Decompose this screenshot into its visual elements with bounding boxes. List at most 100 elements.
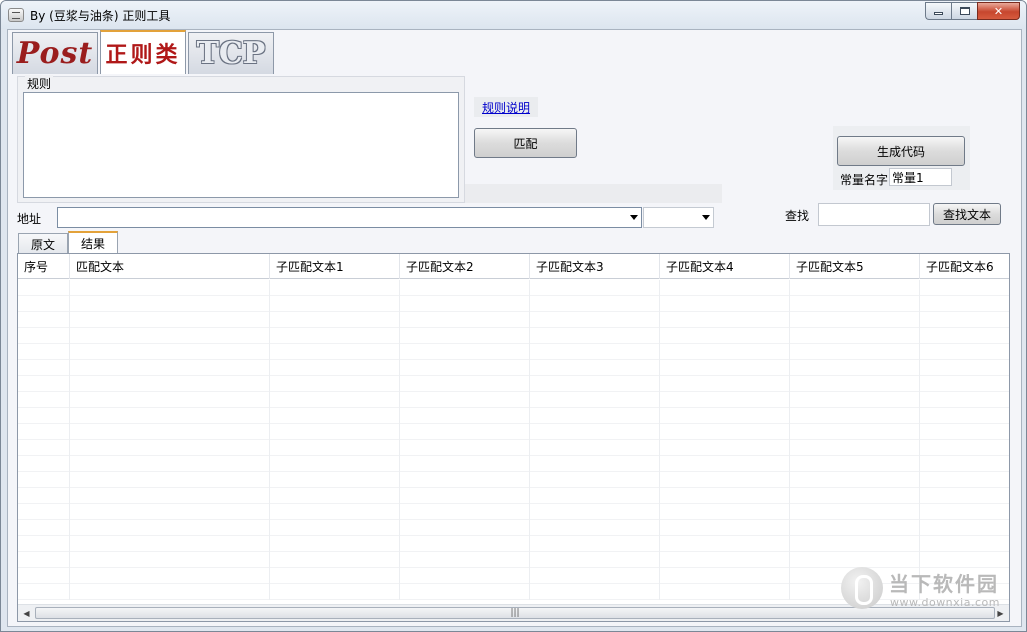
encoding-combobox[interactable] — [643, 207, 714, 228]
table-cell — [400, 408, 530, 424]
table-row — [18, 360, 1009, 376]
window-controls: ✕ — [925, 2, 1020, 20]
column-header[interactable]: 子匹配文本1 — [270, 254, 400, 279]
scroll-left-icon[interactable]: ◀ — [19, 608, 34, 619]
grid-header: 序号 匹配文本 子匹配文本1 子匹配文本2 子匹配文本3 子匹配文本4 子匹配文… — [18, 254, 1009, 279]
minimize-button[interactable] — [925, 2, 951, 20]
table-cell — [790, 504, 920, 520]
grid-body — [18, 280, 1009, 605]
table-cell — [18, 408, 70, 424]
column-header[interactable]: 子匹配文本2 — [400, 254, 530, 279]
constant-name-label: 常量名字 — [840, 173, 889, 187]
find-label: 查找 — [785, 209, 810, 223]
table-cell — [660, 392, 790, 408]
app-window: By (豆浆与油条) 正则工具 ✕ Post 正则类 TCP 规则 规则说明 匹… — [0, 0, 1027, 632]
table-cell — [790, 472, 920, 488]
table-cell — [400, 312, 530, 328]
table-cell — [270, 408, 400, 424]
table-cell — [270, 472, 400, 488]
table-cell — [70, 584, 270, 600]
rule-help-link[interactable]: 规则说明 — [474, 97, 539, 117]
maximize-button[interactable] — [951, 2, 977, 20]
column-header[interactable]: 子匹配文本4 — [660, 254, 790, 279]
table-row — [18, 424, 1009, 440]
table-cell — [400, 504, 530, 520]
table-cell — [70, 328, 270, 344]
tab-post[interactable]: Post — [12, 32, 98, 74]
watermark-logo-icon — [841, 567, 883, 609]
table-cell — [400, 280, 530, 296]
table-cell — [920, 408, 1009, 424]
table-cell — [70, 424, 270, 440]
table-cell — [18, 472, 70, 488]
table-cell — [400, 488, 530, 504]
table-cell — [18, 312, 70, 328]
rule-textarea[interactable] — [23, 92, 459, 198]
match-button[interactable]: 匹配 — [474, 128, 577, 158]
table-cell — [18, 456, 70, 472]
tab-regex[interactable]: 正则类 — [100, 30, 186, 74]
table-cell — [920, 280, 1009, 296]
constant-name-input[interactable] — [889, 168, 952, 186]
table-cell — [70, 376, 270, 392]
table-cell — [920, 472, 1009, 488]
column-header[interactable]: 序号 — [18, 254, 70, 279]
table-cell — [70, 312, 270, 328]
table-cell — [920, 424, 1009, 440]
table-cell — [790, 440, 920, 456]
column-header[interactable]: 匹配文本 — [70, 254, 270, 279]
generate-code-button[interactable]: 生成代码 — [837, 136, 965, 166]
table-cell — [530, 552, 660, 568]
table-row — [18, 296, 1009, 312]
table-cell — [270, 584, 400, 600]
table-cell — [790, 360, 920, 376]
tab-tcp[interactable]: TCP — [188, 32, 274, 74]
find-input[interactable] — [818, 203, 930, 226]
table-cell — [400, 568, 530, 584]
table-cell — [70, 552, 270, 568]
table-cell — [530, 360, 660, 376]
table-row — [18, 312, 1009, 328]
table-cell — [660, 472, 790, 488]
table-cell — [400, 440, 530, 456]
table-cell — [530, 456, 660, 472]
tab-source[interactable]: 原文 — [18, 233, 69, 254]
table-cell — [18, 536, 70, 552]
table-cell — [530, 312, 660, 328]
find-text-button[interactable]: 查找文本 — [933, 203, 1001, 225]
chevron-down-icon[interactable] — [630, 215, 638, 220]
watermark-title: 当下软件园 — [889, 572, 999, 596]
table-cell — [660, 312, 790, 328]
tab-result[interactable]: 结果 — [68, 231, 119, 254]
table-cell — [70, 536, 270, 552]
table-cell — [790, 328, 920, 344]
table-cell — [660, 552, 790, 568]
column-header[interactable]: 子匹配文本3 — [530, 254, 660, 279]
address-combobox[interactable] — [57, 207, 642, 228]
address-input[interactable] — [58, 208, 618, 227]
table-cell — [920, 552, 1009, 568]
table-row — [18, 536, 1009, 552]
table-cell — [790, 344, 920, 360]
table-cell — [18, 328, 70, 344]
table-cell — [70, 360, 270, 376]
column-header[interactable]: 子匹配文本6 — [920, 254, 1009, 279]
close-button[interactable]: ✕ — [977, 2, 1020, 20]
table-cell — [660, 408, 790, 424]
table-cell — [70, 440, 270, 456]
table-cell — [920, 504, 1009, 520]
table-cell — [530, 376, 660, 392]
column-header[interactable]: 子匹配文本5 — [790, 254, 920, 279]
table-cell — [400, 296, 530, 312]
table-cell — [790, 280, 920, 296]
table-cell — [530, 584, 660, 600]
chevron-down-icon[interactable] — [702, 215, 710, 220]
table-cell — [530, 328, 660, 344]
table-cell — [660, 536, 790, 552]
table-cell — [660, 488, 790, 504]
table-cell — [70, 472, 270, 488]
window-title: By (豆浆与油条) 正则工具 — [30, 9, 171, 23]
table-cell — [790, 424, 920, 440]
table-cell — [920, 440, 1009, 456]
table-cell — [400, 424, 530, 440]
